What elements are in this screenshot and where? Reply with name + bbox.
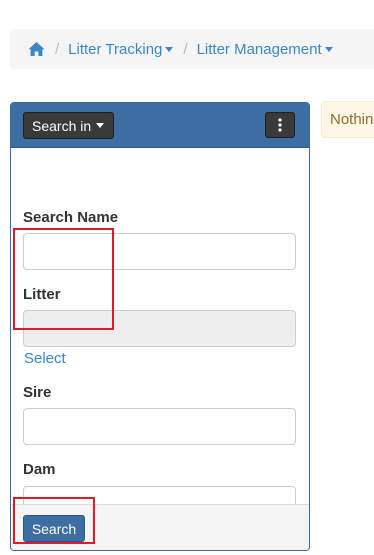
breadcrumb-label: Litter Tracking — [68, 40, 163, 58]
vertical-ellipsis-icon[interactable] — [265, 112, 295, 138]
breadcrumb-litter-tracking[interactable]: Litter Tracking — [68, 40, 174, 58]
breadcrumb: / Litter Tracking / Litter Management — [10, 29, 374, 69]
breadcrumb-separator: / — [55, 40, 60, 58]
search-in-dropdown-button[interactable]: Search in — [23, 112, 114, 139]
caret-down-icon — [165, 46, 174, 52]
panel-body: Search Name Litter Select Sire Dam — [11, 148, 309, 523]
litter-label: Litter — [23, 286, 61, 303]
home-icon[interactable] — [28, 41, 45, 57]
sire-label: Sire — [23, 384, 52, 401]
search-in-label: Search in — [32, 117, 92, 134]
panel-footer: Search — [11, 504, 309, 550]
caret-down-icon — [324, 46, 333, 52]
search-name-input[interactable] — [23, 233, 296, 270]
search-button[interactable]: Search — [23, 515, 85, 542]
caret-down-icon — [96, 123, 105, 128]
sire-input[interactable] — [23, 408, 296, 445]
litter-select-link[interactable]: Select — [24, 350, 66, 367]
dam-label: Dam — [23, 461, 56, 478]
breadcrumb-separator: / — [183, 40, 188, 58]
breadcrumb-litter-management[interactable]: Litter Management — [197, 41, 333, 58]
panel-heading: Search in — [11, 103, 309, 148]
breadcrumb-label: Litter Management — [196, 40, 322, 58]
no-results-alert: Nothing found — [321, 101, 374, 138]
search-panel: Search in Search Name Litter Select Sire… — [10, 102, 310, 551]
search-name-label: Search Name — [23, 209, 119, 226]
litter-input[interactable] — [23, 310, 296, 347]
